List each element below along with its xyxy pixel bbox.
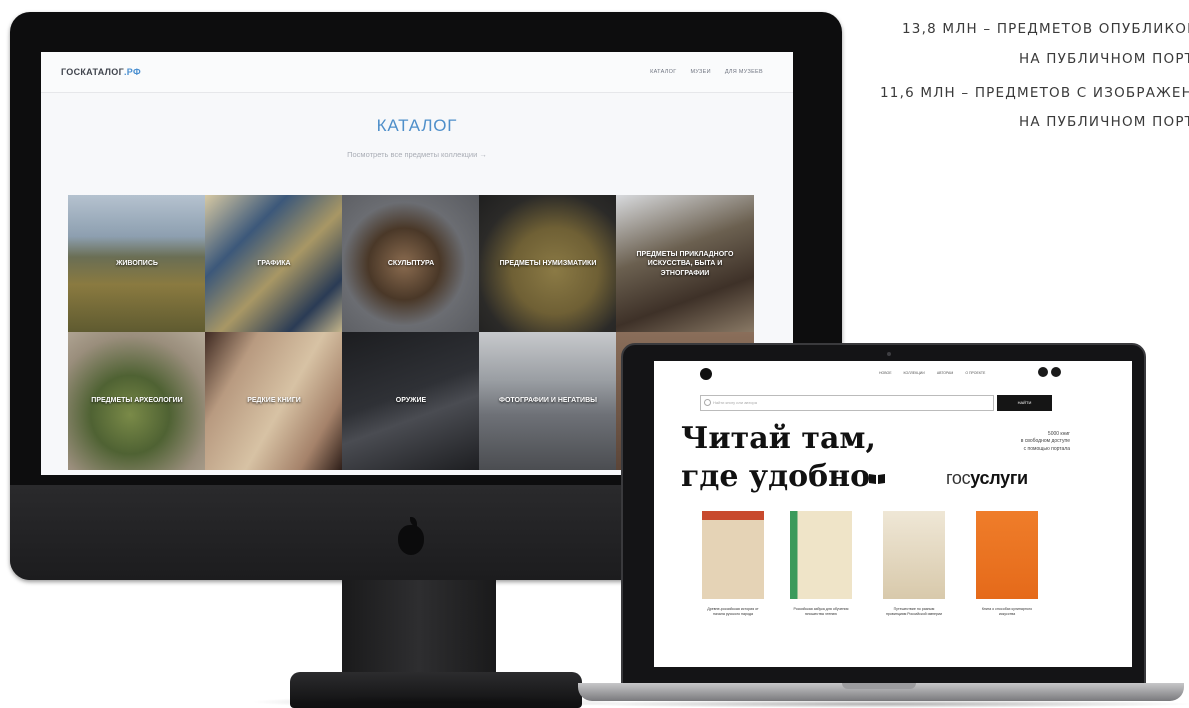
goskatalog-nav: КАТАЛОГ МУЗЕИ ДЛЯ МУЗЕЕВ xyxy=(650,69,763,75)
goskatalog-logo-suffix: .РФ xyxy=(124,67,141,77)
category-tile-numismatics[interactable]: ПРЕДМЕТЫ НУМИЗМАТИКИ xyxy=(479,195,617,333)
category-label: РЕДКИЕ КНИГИ xyxy=(247,397,301,405)
search-input[interactable]: Найти книгу или автора xyxy=(700,395,994,411)
nav-about[interactable]: О ПРОЕКТЕ xyxy=(965,371,985,375)
promo-text: 5000 книг в свободном доступе с помощью … xyxy=(1020,431,1070,452)
open-book-icon xyxy=(869,474,885,484)
book-title: Книга о способах кулинарного искусства xyxy=(981,607,1033,617)
page-title: КАТАЛОГ xyxy=(376,116,458,135)
nav-new[interactable]: НОВОЕ xyxy=(879,371,892,375)
gosuslugi-logo-light: гос xyxy=(946,468,971,488)
apple-logo-icon xyxy=(398,517,424,555)
book-title: Древне-российская история от начала русс… xyxy=(707,607,759,617)
headline-line-1: Читай там, xyxy=(681,421,876,456)
view-all-link[interactable]: Посмотреть все предметы коллекции → xyxy=(41,150,793,159)
search-button[interactable]: НАЙТИ xyxy=(997,395,1052,411)
nav-authors[interactable]: АВТОРАМ xyxy=(937,371,954,375)
laptop-shadow xyxy=(560,700,1189,708)
nav-for-museums[interactable]: ДЛЯ МУЗЕЕВ xyxy=(725,69,763,75)
category-tile-graphics[interactable]: ГРАФИКА xyxy=(205,195,343,333)
stat-images-count: 11,6 МЛН – ПРЕДМЕТОВ С ИЗОБРАЖЕНИЯМИ xyxy=(880,85,1189,101)
library-nav: НОВОЕ КОЛЛЕКЦИИ АВТОРАМ О ПРОЕКТЕ xyxy=(879,371,985,375)
book-cover xyxy=(702,511,764,599)
category-tile-rare-books[interactable]: РЕДКИЕ КНИГИ xyxy=(205,332,343,470)
nav-catalog[interactable]: КАТАЛОГ xyxy=(650,69,676,75)
stat-images-caption: НА ПУБЛИЧНОМ ПОРТАЛЕ xyxy=(1019,114,1189,130)
category-tile-painting[interactable]: ЖИВОПИСЬ xyxy=(68,195,206,333)
category-label: ЖИВОПИСЬ xyxy=(116,260,158,268)
category-tile-applied-art[interactable]: ПРЕДМЕТЫ ПРИКЛАДНОГО ИСКУССТВА, БЫТА И Э… xyxy=(616,195,754,333)
book-card[interactable]: Российская азбука для обучения юношества… xyxy=(790,511,852,617)
headline-line-2: где удобно xyxy=(681,459,871,494)
gosuslugi-logo-bold: услуги xyxy=(970,468,1028,488)
book-card[interactable]: Книга о способах кулинарного искусства xyxy=(976,511,1038,617)
search-icon xyxy=(704,399,711,406)
library-logo-icon[interactable] xyxy=(700,368,712,380)
book-cover xyxy=(790,511,852,599)
category-label: ПРЕДМЕТЫ НУМИЗМАТИКИ xyxy=(499,260,597,268)
category-tile-archaeology[interactable]: ПРЕДМЕТЫ АРХЕОЛОГИИ xyxy=(68,332,206,470)
gosuslugi-logo[interactable]: госуслуги xyxy=(946,468,1028,489)
book-list: Древне-российская история от начала русс… xyxy=(694,511,1114,667)
category-label: ПРЕДМЕТЫ ПРИКЛАДНОГО ИСКУССТВА, БЫТА И Э… xyxy=(636,250,734,277)
category-label: СКУЛЬПТУРА xyxy=(387,260,435,268)
social-fb-icon[interactable] xyxy=(1051,367,1061,377)
imac-stand xyxy=(342,580,496,680)
nav-museums[interactable]: МУЗЕИ xyxy=(690,69,710,75)
book-cover xyxy=(883,511,945,599)
goskatalog-logo[interactable]: ГОСКАТАЛОГ.РФ xyxy=(61,67,141,77)
category-tile-photographs[interactable]: ФОТОГРАФИИ И НЕГАТИВЫ xyxy=(479,332,617,470)
stat-published-count: 13,8 МЛН – ПРЕДМЕТОВ ОПУБЛИКОВАНО xyxy=(902,21,1189,37)
search-placeholder: Найти книгу или автора xyxy=(713,400,757,405)
laptop-notch xyxy=(842,683,916,689)
goskatalog-logo-main: ГОСКАТАЛОГ xyxy=(61,67,124,77)
social-vk-icon[interactable] xyxy=(1038,367,1048,377)
category-label: ГРАФИКА xyxy=(257,260,291,268)
stat-published-caption: НА ПУБЛИЧНОМ ПОРТАЛЕ xyxy=(1019,51,1189,67)
category-tile-sculpture[interactable]: СКУЛЬПТУРА xyxy=(342,195,480,333)
category-tile-weapons[interactable]: ОРУЖИЕ xyxy=(342,332,480,470)
book-card[interactable]: Древне-российская история от начала русс… xyxy=(702,511,764,617)
social-icons xyxy=(1038,367,1061,377)
book-title: Российская азбука для обучения юношества… xyxy=(793,607,849,617)
nav-collections[interactable]: КОЛЛЕКЦИИ xyxy=(904,371,925,375)
category-label: ФОТОГРАФИИ И НЕГАТИВЫ xyxy=(499,397,597,405)
category-label: ОРУЖИЕ xyxy=(395,397,427,405)
category-label: ПРЕДМЕТЫ АРХЕОЛОГИИ xyxy=(91,397,183,405)
library-screen: НОВОЕ КОЛЛЕКЦИИ АВТОРАМ О ПРОЕКТЕ Найти … xyxy=(654,361,1132,667)
book-card[interactable]: Путешествие по разным провинциям Российс… xyxy=(883,511,945,617)
camera-icon xyxy=(887,352,891,356)
book-cover xyxy=(976,511,1038,599)
goskatalog-header: ГОСКАТАЛОГ.РФ КАТАЛОГ МУЗЕИ ДЛЯ МУЗЕЕВ xyxy=(41,52,793,93)
book-title: Путешествие по разным провинциям Российс… xyxy=(885,607,943,617)
stats-panel: 13,8 МЛН – ПРЕДМЕТОВ ОПУБЛИКОВАНО НА ПУБ… xyxy=(880,14,1189,154)
